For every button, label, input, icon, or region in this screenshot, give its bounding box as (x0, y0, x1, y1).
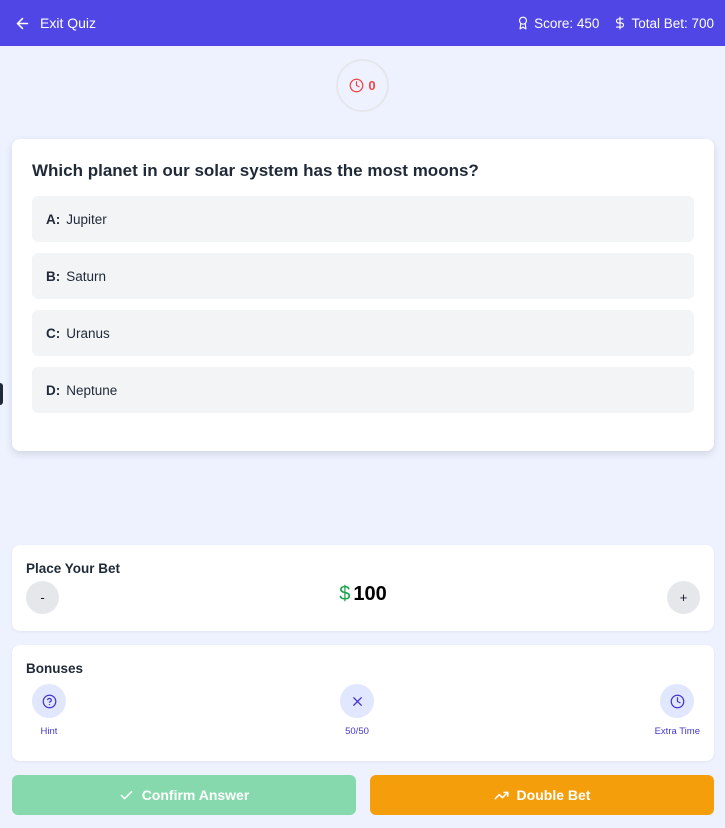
score-stat: Score: 450 (516, 16, 599, 31)
bonuses-card: Bonuses Hint 50/50 Extra Time (12, 645, 714, 761)
bet-controls: - $ 100 + (26, 581, 700, 621)
answer-option-a[interactable]: A: Jupiter (32, 196, 694, 242)
answer-option-d[interactable]: D: Neptune (32, 367, 694, 413)
confirm-answer-label: Confirm Answer (141, 787, 250, 803)
award-icon (519, 16, 528, 30)
side-handle[interactable] (0, 383, 3, 405)
bet-card: Place Your Bet - $ 100 + (12, 545, 714, 631)
answer-option-c[interactable]: C: Uranus (32, 310, 694, 356)
hint-bonus-button[interactable]: Hint (32, 684, 66, 737)
bonuses-title: Bonuses (26, 661, 84, 676)
dollar-icon (616, 16, 625, 30)
header-stats: Score: 450 Total Bet: 700 (516, 16, 714, 31)
option-letter: C: (46, 325, 61, 341)
extra-time-icon-circle (660, 684, 695, 718)
bet-title: Place Your Bet (26, 561, 121, 576)
hint-label: Hint (40, 726, 58, 737)
extra-time-bonus-button[interactable]: Extra Time (655, 684, 700, 737)
close-icon (352, 696, 362, 706)
option-text: Neptune (66, 382, 118, 398)
exit-quiz-label: Exit Quiz (40, 15, 97, 31)
answer-option-b[interactable]: B: Saturn (32, 253, 694, 299)
total-bet-label: Total Bet: 700 (631, 15, 714, 31)
top-bar: Exit Quiz Score: 450 Total Bet: 700 (0, 0, 725, 46)
question-card: Which planet in our solar system has the… (12, 139, 714, 451)
arrow-left-icon (16, 17, 29, 29)
exit-quiz-button[interactable]: Exit Quiz (14, 15, 96, 32)
double-bet-button[interactable]: Double Bet (370, 775, 714, 815)
timer-value: 0 (368, 78, 376, 93)
trending-up-icon (494, 791, 509, 799)
clock-icon (350, 78, 364, 93)
fifty-fifty-bonus-button[interactable]: 50/50 (340, 684, 374, 737)
help-circle-icon (42, 694, 56, 708)
hint-icon-circle (32, 684, 66, 718)
fifty-fifty-label: 50/50 (345, 726, 369, 737)
option-letter: D: (46, 382, 61, 398)
option-text: Jupiter (66, 211, 107, 227)
currency-symbol: $ (339, 583, 351, 605)
extra-time-label: Extra Time (654, 726, 700, 737)
option-letter: B: (46, 268, 61, 284)
bet-amount: $ 100 (26, 583, 700, 606)
confirm-answer-button[interactable]: Confirm Answer (12, 775, 356, 815)
double-bet-label: Double Bet (516, 787, 591, 803)
fifty-fifty-icon-circle (340, 684, 374, 718)
bet-amount-value: 100 (353, 583, 387, 605)
question-text: Which planet in our solar system has the… (32, 161, 479, 180)
option-letter: A: (46, 211, 61, 227)
clock-icon (670, 694, 685, 708)
bonuses-row: Hint 50/50 Extra Time (26, 684, 700, 754)
option-text: Saturn (66, 268, 107, 284)
increase-bet-button[interactable]: + (667, 581, 700, 614)
score-label: Score: 450 (534, 15, 600, 31)
timer: 0 (336, 59, 389, 112)
action-buttons: Confirm Answer Double Bet (12, 775, 714, 815)
option-text: Uranus (66, 325, 110, 341)
check-icon (120, 790, 132, 799)
total-bet-stat: Total Bet: 700 (613, 16, 714, 31)
